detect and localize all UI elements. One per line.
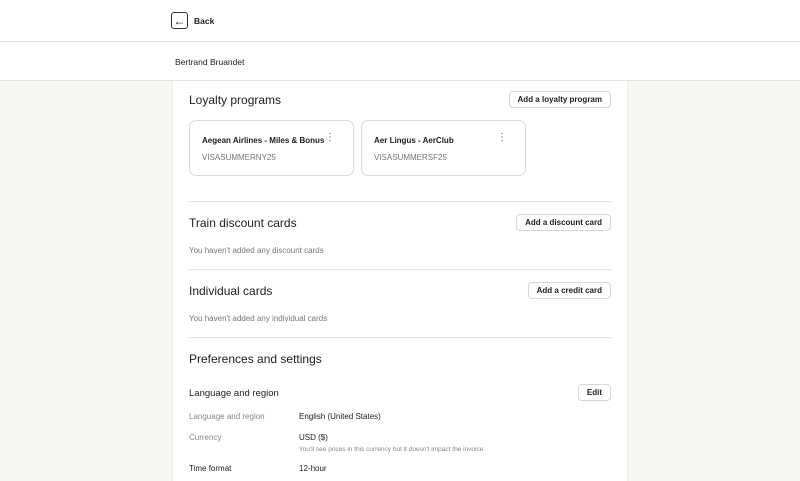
loyalty-title: Loyalty programs <box>189 93 282 107</box>
more-options-icon[interactable]: ⋮ <box>497 133 507 143</box>
more-options-icon[interactable]: ⋮ <box>325 133 335 143</box>
program-code: VISASUMMERSF25 <box>374 153 447 162</box>
program-name: Aer Lingus - AerClub <box>374 136 454 145</box>
language-region-heading: Language and region <box>189 388 279 399</box>
individual-title: Individual cards <box>189 284 273 298</box>
divider <box>189 269 612 270</box>
program-code: VISASUMMERNY25 <box>202 153 276 162</box>
loyalty-card[interactable]: Aegean Airlines - Miles & Bonus VISASUMM… <box>189 120 354 176</box>
currency-value: USD ($) <box>299 433 328 442</box>
add-loyalty-program-button[interactable]: Add a loyalty program <box>508 91 611 108</box>
back-label: Back <box>194 15 215 26</box>
time-format-label: Time format <box>189 464 232 473</box>
user-bar: Bertrand Bruandet <box>0 42 800 81</box>
arrow-left-icon: ← <box>171 12 188 29</box>
language-value: English (United States) <box>299 412 381 421</box>
currency-label: Currency <box>189 433 222 442</box>
program-name: Aegean Airlines - Miles & Bonus <box>202 136 325 145</box>
add-credit-card-button[interactable]: Add a credit card <box>527 282 611 299</box>
time-format-value: 12-hour <box>299 464 327 473</box>
top-bar: ← Back <box>0 0 800 42</box>
edit-button[interactable]: Edit <box>577 384 611 401</box>
language-label: Language and region <box>189 412 265 421</box>
loyalty-card[interactable]: Aer Lingus - AerClub VISASUMMERSF25 ⋮ <box>361 120 526 176</box>
divider <box>189 337 612 338</box>
currency-note: You'll see prices in this currency but i… <box>299 446 484 453</box>
prefs-title: Preferences and settings <box>189 352 322 366</box>
train-empty: You haven't added any discount cards <box>189 246 324 255</box>
back-button[interactable]: ← Back <box>171 12 214 29</box>
train-title: Train discount cards <box>189 216 297 230</box>
add-discount-card-button[interactable]: Add a discount card <box>516 214 611 231</box>
user-name: Bertrand Bruandet <box>175 57 245 67</box>
content-panel: Loyalty programs Add a loyalty program A… <box>172 81 628 481</box>
divider <box>189 201 612 202</box>
individual-empty: You haven't added any individual cards <box>189 314 328 323</box>
